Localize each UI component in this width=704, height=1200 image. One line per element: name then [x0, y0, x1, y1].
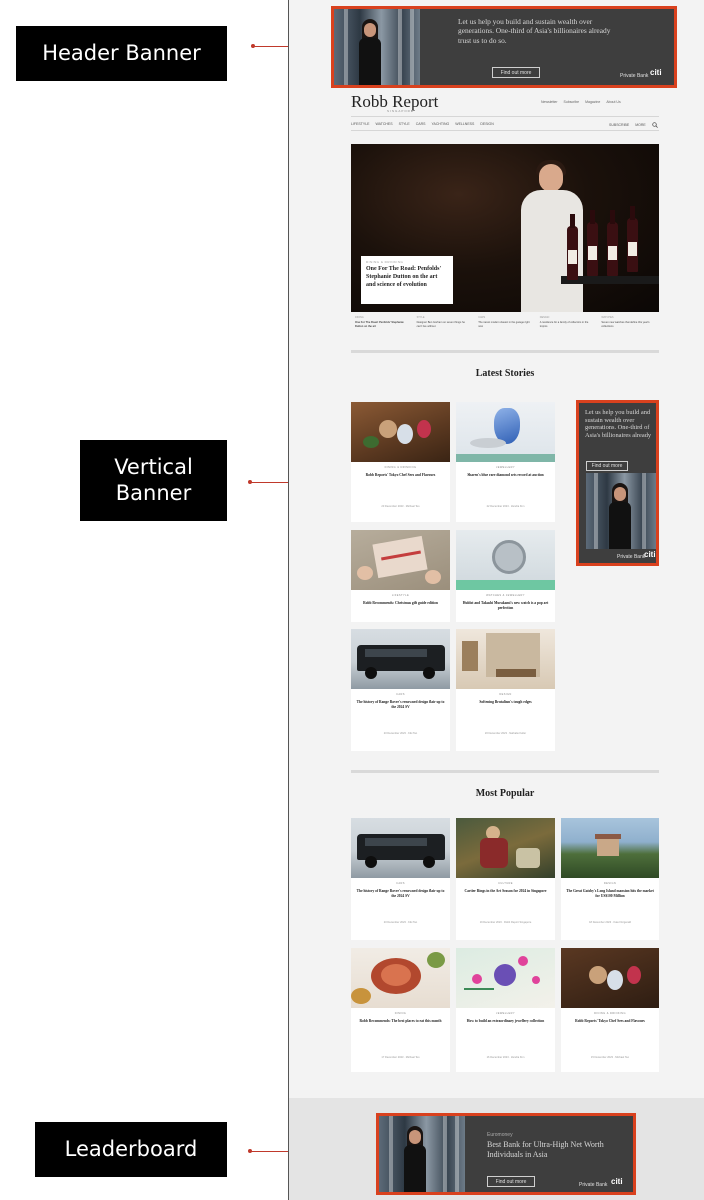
top-links: Newsletter Subscribe Magazine About Us [541, 100, 621, 104]
hero-caption: DINING & DRINKING One For The Road: Penf… [361, 256, 453, 304]
nav-item[interactable]: WATCHES [375, 122, 392, 126]
nav-item[interactable]: DESIGN [480, 122, 493, 126]
strip-item[interactable]: CARS The rarest modern classic in the gar… [474, 316, 536, 329]
story-card[interactable]: CARS The history of Range Rover's renown… [351, 629, 450, 751]
ad-brand: Private Bank [620, 73, 649, 79]
story-thumbnail [456, 948, 555, 1008]
story-thumbnail [561, 818, 659, 878]
story-card[interactable]: LIFESTYLE Robb Recommends: Christmas gif… [351, 530, 450, 622]
hero-chef-face [539, 164, 563, 192]
ad-brand: Private Bank [579, 1182, 608, 1188]
hero-kicker: DINING & DRINKING [366, 260, 404, 264]
wine-bottle [567, 214, 578, 280]
section-divider [351, 770, 659, 773]
story-thumbnail [561, 948, 659, 1008]
story-thumbnail [351, 629, 450, 689]
strip-item[interactable]: STYLE Designer Ben Gorham on seven things… [413, 316, 475, 329]
leaderboard-leader-dot [248, 1149, 252, 1153]
vertical-banner-label-text: Vertical Banner [114, 455, 193, 505]
story-card[interactable]: CARS The history of Range Rover's renown… [351, 818, 450, 940]
ad-find-out-more-button[interactable]: Find out more [492, 67, 540, 78]
leaderboard-ad[interactable]: Euromoney Best Bank for Ultra-High Net W… [376, 1113, 636, 1195]
section-divider [351, 350, 659, 353]
story-thumbnail [351, 818, 450, 878]
strip-item[interactable]: DINING One For The Road: Penfolds' Stepha… [351, 316, 413, 329]
ad-photo [334, 9, 420, 85]
latest-stories-title: Latest Stories [475, 368, 535, 379]
web-page: Let us help you build and sustain wealth… [289, 0, 704, 1200]
more-link[interactable]: MORE [635, 123, 646, 127]
header-divider [351, 116, 659, 117]
subscribe-link[interactable]: SUBSCRIBE [609, 123, 629, 127]
header-banner-leader-dot [251, 44, 255, 48]
top-link[interactable]: Magazine [585, 100, 600, 104]
story-thumbnail [456, 402, 555, 462]
ad-brand: Private Bank [617, 554, 646, 560]
main-nav: LIFESTYLE WATCHES STYLE CARS YACHTING WE… [351, 122, 494, 126]
story-card[interactable]: JEWELLERY Sharen's blue rare diamond set… [456, 402, 555, 522]
strip-item[interactable]: WATCHES Seven new watches that define thi… [597, 316, 659, 329]
nav-item[interactable]: LIFESTYLE [351, 122, 369, 126]
story-card[interactable]: DINING Robb Recommends: The best places … [351, 948, 450, 1072]
leaderboard-label: Leaderboard [35, 1122, 227, 1177]
vertical-banner-leader-dot [248, 480, 252, 484]
strip-item[interactable]: DESIGN A residence for a family of collec… [536, 316, 598, 329]
vertical-banner-ad[interactable]: Let us help you build and sustain wealth… [576, 400, 659, 566]
story-card[interactable]: DINING & DRINKING Robb Reports' Tokyo Ch… [561, 948, 659, 1072]
story-thumbnail [456, 530, 555, 590]
nav-item[interactable]: STYLE [399, 122, 410, 126]
nav-divider [351, 130, 659, 131]
nav-item[interactable]: CARS [416, 122, 426, 126]
wine-bottle [607, 210, 618, 276]
story-card[interactable]: CULTURE Cartier Rings in the Art Season … [456, 818, 555, 940]
citi-logo: citi [644, 550, 656, 559]
citi-logo: citi [611, 1177, 623, 1186]
wine-bottle [627, 206, 638, 272]
nav-item[interactable]: YACHTING [431, 122, 449, 126]
nav-right: SUBSCRIBE MORE [609, 122, 658, 128]
story-thumbnail [351, 530, 450, 590]
wine-bottle [587, 210, 598, 276]
story-card[interactable]: DESIGN Softening Brutalism's tough edges… [456, 629, 555, 751]
story-thumbnail [456, 818, 555, 878]
search-icon[interactable] [652, 122, 658, 128]
ad-find-out-more-button[interactable]: Find out more [487, 1176, 535, 1187]
most-popular-title: Most Popular [475, 788, 535, 799]
top-link[interactable]: Subscribe [564, 100, 580, 104]
story-card[interactable]: DESIGN The Great Gatsby's Long Island ma… [561, 818, 659, 940]
top-link[interactable]: Newsletter [541, 100, 558, 104]
ad-headline: Best Bank for Ultra-High Net Worth Indiv… [487, 1140, 604, 1159]
story-thumbnail [351, 948, 450, 1008]
ad-kicker: Euromoney [487, 1132, 513, 1138]
header-banner-ad[interactable]: Let us help you build and sustain wealth… [331, 6, 677, 88]
ad-photo [379, 1116, 465, 1192]
ad-headline: Let us help you build and sustain wealth… [585, 409, 652, 440]
ad-photo [586, 473, 656, 549]
header-banner-label: Header Banner [16, 26, 227, 81]
story-thumbnail [456, 629, 555, 689]
ad-headline: Let us help you build and sustain wealth… [458, 17, 611, 45]
story-thumbnail [351, 402, 450, 462]
top-link[interactable]: About Us [606, 100, 620, 104]
ad-find-out-more-button[interactable]: Find out more [586, 461, 628, 471]
story-card[interactable]: WATCHES & JEWELLERY Hublot and Takashi M… [456, 530, 555, 622]
vertical-banner-label: Vertical Banner [80, 440, 227, 521]
story-card[interactable]: DINING & DRINKING Robb Reports' Tokyo Ch… [351, 402, 450, 522]
featured-strip: DINING One For The Road: Penfolds' Stepha… [351, 316, 659, 329]
site-edition: SINGAPORE [387, 109, 414, 113]
hero-feature[interactable]: DINING & DRINKING One For The Road: Penf… [351, 144, 659, 312]
nav-item[interactable]: WELLNESS [455, 122, 474, 126]
citi-logo: citi [650, 68, 662, 77]
hero-title[interactable]: One For The Road: Penfolds' Stephanie Du… [366, 266, 448, 289]
story-card[interactable]: JEWELLERY How to build an extraordinary … [456, 948, 555, 1072]
